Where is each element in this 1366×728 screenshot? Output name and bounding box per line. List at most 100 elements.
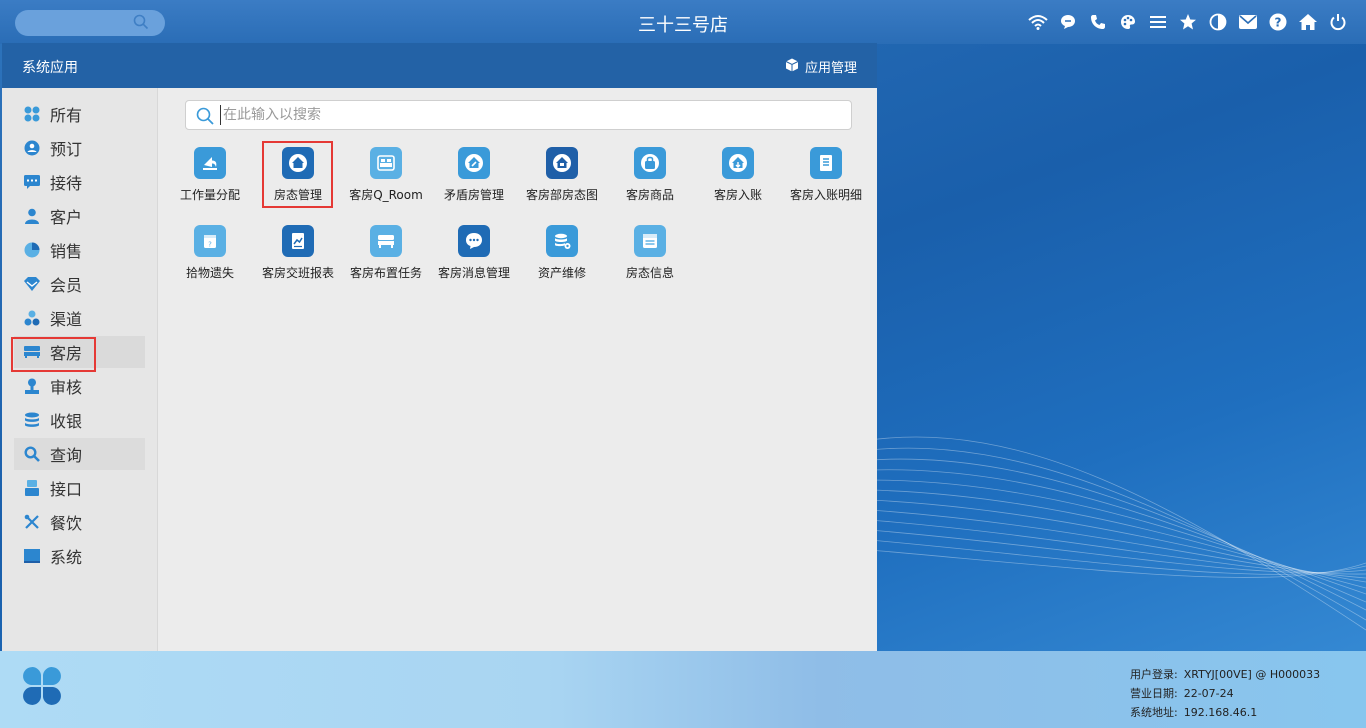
- addr-label: 系统地址:: [1130, 706, 1178, 719]
- app-tile-bed-task[interactable]: 客房布置任务: [342, 221, 430, 289]
- svg-text:?: ?: [208, 241, 212, 249]
- bed-icon: [370, 147, 402, 179]
- mail-icon[interactable]: [1238, 12, 1258, 32]
- reception-icon: [24, 174, 40, 190]
- window-header: 系统应用 应用管理: [2, 43, 877, 88]
- power-icon[interactable]: [1328, 12, 1348, 32]
- house-icon: [282, 147, 314, 179]
- date-value: 22-07-24: [1183, 687, 1234, 700]
- search-icon[interactable]: [133, 14, 149, 34]
- customer-icon: [24, 208, 40, 224]
- app-tile-asset-repair[interactable]: 资产维修: [518, 221, 606, 289]
- sidebar-item-customer[interactable]: 客户: [14, 200, 145, 232]
- app-tile-room-status-map[interactable]: 客房部房态图: [518, 143, 606, 211]
- app-tile-label: 客房Q_Room: [349, 188, 423, 202]
- taskbar: 用户登录: XRTYJ[00VE] @ H000033 营业日期: 22-07-…: [0, 651, 1366, 728]
- sidebar-item-member[interactable]: 会员: [14, 268, 145, 300]
- chat-icon[interactable]: [1058, 12, 1078, 32]
- app-tile-workload[interactable]: 工作量分配: [166, 143, 254, 211]
- sidebar-item-label: 销售: [50, 242, 83, 261]
- top-toolbar: ?: [1028, 12, 1348, 32]
- app-tile-label: 客房消息管理: [437, 266, 510, 280]
- star-icon[interactable]: [1178, 12, 1198, 32]
- conflict-room-icon: [458, 147, 490, 179]
- sidebar-item-room[interactable]: 客房: [14, 336, 145, 368]
- sidebar-item-audit[interactable]: 审核: [14, 370, 145, 402]
- sidebar-item-label: 系统: [50, 548, 83, 567]
- sidebar-item-interface[interactable]: 接口: [14, 472, 145, 504]
- sidebar-item-label: 查询: [50, 446, 83, 465]
- phone-icon[interactable]: [1088, 12, 1108, 32]
- app-tile-label: 工作量分配: [179, 188, 240, 202]
- app-tile-q-room[interactable]: 客房Q_Room: [342, 143, 430, 211]
- app-tile-label: 客房交班报表: [261, 266, 334, 280]
- app-search-input[interactable]: [220, 105, 820, 125]
- app-tile-shift-report[interactable]: 客房交班报表: [254, 221, 342, 289]
- app-tile-label: 房态信息: [625, 266, 674, 280]
- app-search-box: [185, 100, 852, 130]
- app-tile-label: 矛盾房管理: [443, 188, 504, 202]
- sidebar-item-label: 客房: [50, 344, 83, 363]
- app-tile-label: 拾物遗失: [185, 266, 234, 280]
- date-label: 营业日期:: [1130, 687, 1178, 700]
- app-tile-label: 客房布置任务: [349, 266, 422, 280]
- app-tile-room-posting[interactable]: 客房入账: [694, 143, 782, 211]
- search-icon: [196, 107, 214, 129]
- interface-icon: [24, 480, 40, 496]
- lost-found-icon: ?: [194, 225, 226, 257]
- app-tile-conflict-room[interactable]: 矛盾房管理: [430, 143, 518, 211]
- sidebar-item-query[interactable]: 查询: [14, 438, 145, 470]
- app-tile-room-message[interactable]: 客房消息管理: [430, 221, 518, 289]
- sidebar-item-system[interactable]: 系统: [14, 540, 145, 572]
- sidebar-item-booking[interactable]: 预订: [14, 132, 145, 164]
- sidebar-item-label: 渠道: [50, 310, 83, 329]
- sidebar-item-channel[interactable]: 渠道: [14, 302, 145, 334]
- room-posting-icon: [722, 147, 754, 179]
- theme-icon[interactable]: [1208, 12, 1228, 32]
- app-tile-label: 房态管理: [273, 188, 322, 202]
- shift-report-icon: [282, 225, 314, 257]
- home-icon[interactable]: [1298, 12, 1318, 32]
- room-info-icon: [634, 225, 666, 257]
- window-title: 系统应用: [22, 60, 78, 76]
- app-tile-label: 客房商品: [625, 188, 674, 202]
- sidebar-item-label: 收银: [50, 412, 83, 431]
- bed-task-icon: [370, 225, 402, 257]
- grid-icon: [24, 106, 40, 122]
- app-tile-room-status-management[interactable]: 房态管理: [254, 143, 342, 211]
- sales-icon: [24, 242, 40, 258]
- app-tile-room-goods[interactable]: 客房商品: [606, 143, 694, 211]
- sidebar-item-sales[interactable]: 销售: [14, 234, 145, 266]
- app-tile-label: 资产维修: [537, 266, 586, 280]
- room-status-map-icon: [546, 147, 578, 179]
- status-user-row: 用户登录: XRTYJ[00VE] @ H000033: [1130, 665, 1320, 684]
- wifi-icon[interactable]: [1028, 12, 1048, 32]
- top-bar: 三十三号店 ?: [0, 0, 1366, 44]
- app-tile-label: 客房部房态图: [525, 188, 598, 202]
- status-date-row: 营业日期: 22-07-24: [1130, 684, 1320, 703]
- start-button[interactable]: [10, 664, 73, 712]
- app-manage-label: 应用管理: [804, 61, 857, 76]
- category-sidebar: 所有 预订 接待 客户 销售 会员 渠道 客房 审核 收银 查询 接口 餐饮 系…: [2, 88, 158, 651]
- svg-text:?: ?: [1275, 16, 1282, 30]
- app-tile-room-posting-detail[interactable]: 客房入账明细: [782, 143, 870, 211]
- sidebar-item-reception[interactable]: 接待: [14, 166, 145, 198]
- sidebar-item-cashier[interactable]: 收银: [14, 404, 145, 436]
- audit-icon: [24, 378, 40, 394]
- sidebar-item-all[interactable]: 所有: [14, 98, 145, 130]
- clover-icon: [22, 666, 62, 710]
- sidebar-item-label: 接待: [50, 174, 83, 193]
- help-icon[interactable]: ?: [1268, 12, 1288, 32]
- cube-icon: [785, 58, 799, 76]
- sidebar-item-label: 客户: [50, 208, 83, 227]
- sidebar-item-dining[interactable]: 餐饮: [14, 506, 145, 538]
- system-icon: [24, 548, 40, 564]
- app-tile-room-info[interactable]: 房态信息: [606, 221, 694, 289]
- palette-icon[interactable]: [1118, 12, 1138, 32]
- menu-icon[interactable]: [1148, 12, 1168, 32]
- app-tile-lost-found[interactable]: ? 拾物遗失: [166, 221, 254, 289]
- bag-icon: [634, 147, 666, 179]
- top-search-input[interactable]: [15, 10, 165, 36]
- app-tile-label: 客房入账明细: [789, 188, 862, 202]
- app-manage-button[interactable]: 应用管理: [785, 57, 857, 76]
